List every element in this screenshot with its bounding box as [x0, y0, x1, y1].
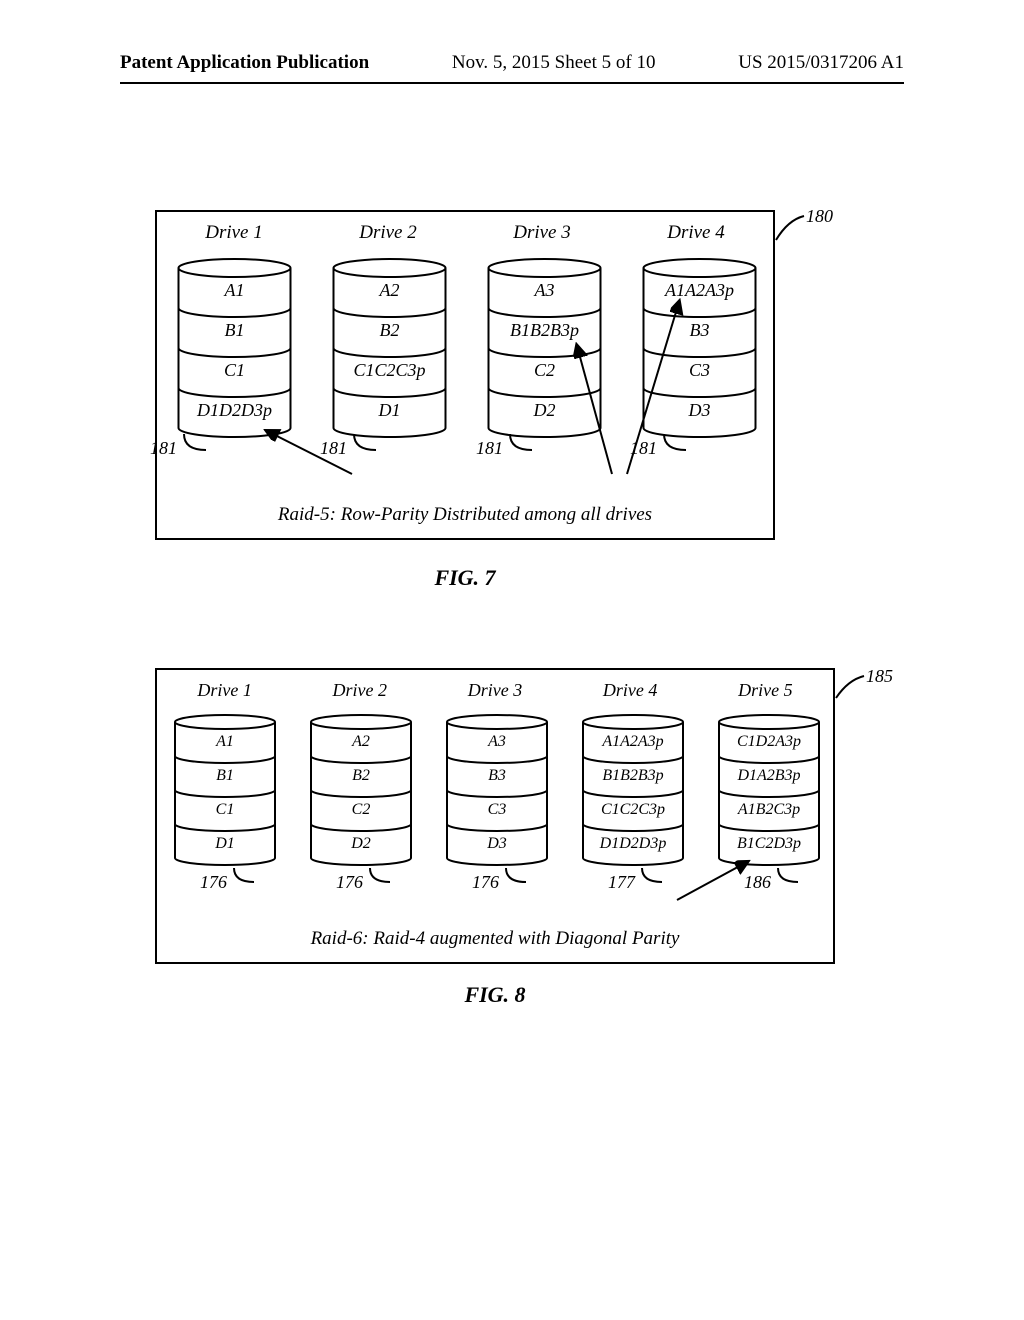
- ref-hook-icon: [504, 866, 534, 888]
- cell: A1A2A3p: [664, 280, 734, 300]
- cell: D1A2B3p: [736, 767, 800, 784]
- figure-7-label: FIG. 7: [155, 565, 775, 591]
- ref-numeral: 176: [336, 872, 363, 893]
- drive-header: Drive 5: [705, 680, 825, 701]
- cell: C1C2C3p: [601, 801, 665, 818]
- figure-7-box: Drive 1 Drive 2 Drive 3 Drive 4: [155, 210, 775, 540]
- cell: A2: [379, 280, 400, 300]
- cell: D1: [378, 400, 401, 420]
- cell: B2: [352, 767, 370, 784]
- cell: A1A2A3p: [601, 733, 663, 750]
- cell: B3: [690, 320, 710, 340]
- cell: D3: [688, 400, 711, 420]
- ref-numeral: 177: [608, 872, 635, 893]
- ref-numeral: 176: [200, 872, 227, 893]
- header-left: Patent Application Publication: [120, 52, 369, 74]
- ref-numeral: 176: [472, 872, 499, 893]
- cell: B2: [380, 320, 400, 340]
- cell: A1B2C3p: [737, 801, 800, 818]
- fig8-drive-headers: Drive 1 Drive 2 Drive 3 Drive 4 Drive 5: [157, 680, 833, 701]
- drive-header: Drive 3: [435, 680, 555, 701]
- cell: D3: [486, 835, 507, 852]
- drive-header: Drive 1: [174, 222, 294, 244]
- header-right: US 2015/0317206 A1: [738, 52, 904, 74]
- ref-hook-icon: [232, 866, 262, 888]
- drive-header: Drive 2: [300, 680, 420, 701]
- drive-header: Drive 4: [570, 680, 690, 701]
- cell: C1: [224, 360, 245, 380]
- figure-8-box: Drive 1 Drive 2 Drive 3 Drive 4 Drive 5: [155, 668, 835, 964]
- drive-header: Drive 2: [328, 222, 448, 244]
- drive-header: Drive 1: [165, 680, 285, 701]
- ref-numeral: 186: [744, 872, 771, 893]
- ref-hook-icon: [508, 432, 542, 456]
- drive-header: Drive 4: [636, 222, 756, 244]
- page-header: Patent Application Publication Nov. 5, 2…: [120, 52, 904, 74]
- fig8-caption: Raid-6: Raid-4 augmented with Diagonal P…: [157, 928, 833, 950]
- cell: A3: [534, 280, 555, 300]
- cell: C1: [216, 801, 235, 818]
- cell: C3: [689, 360, 710, 380]
- cell: D2: [350, 835, 371, 852]
- cell: C1D2A3p: [737, 733, 801, 750]
- ref-hook-icon: [662, 432, 696, 456]
- fig7-drive-headers: Drive 1 Drive 2 Drive 3 Drive 4: [157, 222, 773, 244]
- ref-numeral: 181: [320, 438, 347, 459]
- cell: C2: [534, 360, 555, 380]
- cell: B3: [488, 767, 506, 784]
- cell: B1: [216, 767, 234, 784]
- ref-numeral: 185: [866, 666, 893, 687]
- figure-8-label: FIG. 8: [155, 982, 835, 1008]
- ref-hook-icon: [368, 866, 398, 888]
- cell: C3: [488, 801, 507, 818]
- ref-hook-icon: [182, 432, 216, 456]
- ref-numeral: 181: [630, 438, 657, 459]
- cell: A1: [224, 280, 245, 300]
- cell: A2: [351, 733, 370, 750]
- cell: D2: [533, 400, 556, 420]
- ref-numeral: 181: [476, 438, 503, 459]
- cell: B1B2B3p: [602, 767, 663, 784]
- drive-header: Drive 3: [482, 222, 602, 244]
- ref-hook-icon: [640, 866, 670, 888]
- cell: C1C2C3p: [353, 360, 425, 380]
- fig7-caption: Raid-5: Row-Parity Distributed among all…: [157, 504, 773, 526]
- cell: D1D2D3p: [599, 835, 667, 852]
- header-rule: [120, 82, 904, 84]
- ref-numeral: 181: [150, 438, 177, 459]
- cell: A3: [487, 733, 506, 750]
- cell: A1: [215, 733, 234, 750]
- cell: C2: [352, 801, 371, 818]
- ref-hook-icon: [776, 866, 806, 888]
- cell: B1C2D3p: [737, 835, 801, 852]
- page: Patent Application Publication Nov. 5, 2…: [0, 0, 1024, 1320]
- ref-hook-icon: [352, 432, 386, 456]
- header-center: Nov. 5, 2015 Sheet 5 of 10: [452, 52, 656, 74]
- cell: B1: [225, 320, 245, 340]
- ref-numeral: 180: [806, 206, 833, 227]
- cell: D1: [214, 835, 235, 852]
- cell: D1D2D3p: [196, 400, 272, 420]
- cell: B1B2B3p: [510, 320, 579, 340]
